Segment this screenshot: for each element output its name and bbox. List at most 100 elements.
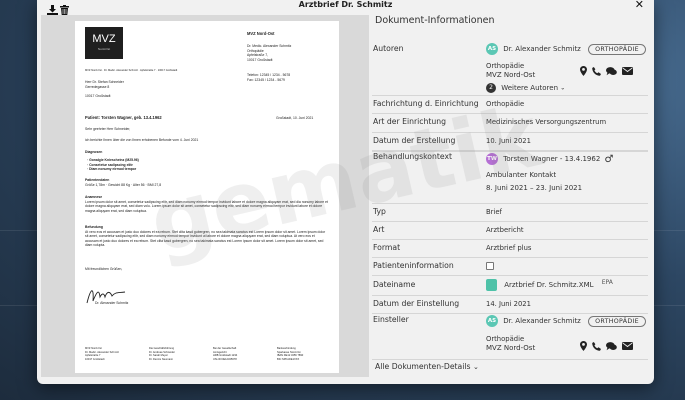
sender-name: MVZ Nord-Ost [247,31,275,36]
art-value: Arztbericht [486,226,524,234]
behandlungskontext-label: Behandlungskontext [373,152,453,161]
letter-subject: Patient: Torsten Wagner, geb. 13.4.1962 [85,115,162,120]
closing: Mit freundlichen Grüßen, [85,267,123,271]
panel-title: Dokument-Informationen [375,15,495,26]
chat-icon[interactable] [606,341,617,351]
phone-icon[interactable] [592,66,601,76]
footer-column: MVZ Nord-Ost Dr. Medic. Alexander Schmitz… [85,347,119,361]
einsteller-contact-icons [580,341,633,351]
fachrichtung-value: Orthopädie [486,100,525,108]
typ-row: Typ Brief [372,204,648,222]
datum-einstellung-row: Datum der Einstellung 14. Juni 2021 [372,296,648,314]
more-authors-label: Weitere Autoren [501,84,559,92]
patdata-text: Größe 1,78m · Gewicht 88 Kg · Alter 56 ·… [85,183,162,187]
patienteninformation-label: Patienteninformation [373,261,454,270]
mvz-logo: MVZ Nord-Ost [85,27,123,59]
patient-name: Torsten Wagner - 13.4.1962 [503,155,601,163]
file-icon [486,279,497,291]
mail-icon[interactable] [622,67,633,75]
author-dept: Orthopädie [486,62,525,70]
close-icon[interactable]: ✕ [635,0,644,10]
intro-text: ich berichte Ihnen über die von Ihnen er… [85,138,199,142]
mail-icon[interactable] [622,342,633,350]
signature-name: Dr. Alexander Schmitz [95,301,129,305]
format-row: Format Arztbrief plus [372,240,648,258]
einsteller-label: Einsteller [373,315,409,324]
more-authors-count: 2 [486,83,496,93]
avatar: AS [486,315,498,327]
file-name: Arztbrief Dr. Schmitz.XML [504,281,594,289]
map-pin-icon[interactable] [580,341,587,351]
anamnese-heading: Anamnese [85,195,103,199]
kontakt-type: Ambulanter Kontakt [486,171,557,179]
einsteller-dept: Orthopädie [486,335,525,343]
datum-erstellung-value: 10. Juni 2021 [486,137,531,145]
document-modal: Arztbrief Dr. Schmitz ✕ MVZ Nord-Ost MVZ … [37,0,654,384]
diagnosis-item: · Diam nonumy eirmod tempor [87,167,137,171]
art-einrichtung-row: Art der Einrichtung Medizinisches Versor… [372,114,648,133]
chevron-down-icon: ⌄ [560,84,566,92]
einsteller-badge: ORTHOPÄDIE [588,315,646,327]
file-link[interactable]: Arztbrief Dr. Schmitz.XML EPA [486,279,613,291]
format-label: Format [373,243,401,252]
dateiname-row: Dateiname Arztbrief Dr. Schmitz.XML EPA [372,276,648,296]
window-title: Arztbrief Dr. Schmitz [298,0,393,9]
art-row: Art Arztbericht [372,222,648,240]
author-org: MVZ Nord-Ost [486,71,536,79]
recipient-line: Gerredegasse 8 [85,84,110,89]
format-value: Arztbrief plus [486,244,532,252]
male-icon: ♂ [604,153,614,165]
footer-column: Die Geschäftsführung Dr. Andreas Schneide… [149,347,175,361]
datum-erstellung-label: Datum der Erstellung [373,136,456,145]
recipient-line: 10017 Großstadt [85,93,111,98]
anamnese-text: Lorem ipsum dolor sit amet, consetetur s… [85,200,328,213]
fachrichtung-label: Fachrichtung d. Einrichtung [373,99,479,108]
place-date: Großstadt, 10. Juni 2021 [276,116,314,120]
behandlungskontext-row: Behandlungskontext TW Torsten Wagner - 1… [372,152,648,204]
art-label: Art [373,225,385,234]
chevron-down-icon: ⌄ [473,363,479,371]
dateiname-label: Dateiname [373,280,416,289]
typ-value: Brief [486,208,502,216]
patient-entry: TW Torsten Wagner - 13.4.1962 ♂ [486,153,613,165]
all-details-link[interactable]: Alle Dokumenten-Details ⌄ [375,362,479,371]
author-name: Dr. Alexander Schmitz [503,45,581,53]
einsteller-org: MVZ Nord-Ost [486,344,536,352]
footer-column: Bankverbindung Sparkasse Nord-Ost IBAN DE1… [277,347,304,361]
avatar: AS [486,43,498,55]
diagnoses-heading: Diagnosen [85,150,103,154]
art-einrichtung-value: Medizinisches Versorgungszentrum [486,118,607,126]
author-badge: ORTHOPÄDIE [588,43,646,55]
more-authors-toggle[interactable]: 2 Weitere Autoren ⌄ [486,83,565,93]
epa-tag: EPA [601,279,613,286]
datum-einstellung-label: Datum der Einstellung [373,299,460,308]
author-entry: AS Dr. Alexander Schmitz ORTHOPÄDIE [486,43,646,55]
einsteller-name: Dr. Alexander Schmitz [503,317,581,325]
return-address: MVZ Nord-Ost · Dr. Medic. Alexander Schm… [85,69,178,72]
art-einrichtung-label: Art der Einrichtung [373,117,446,126]
document-page: MVZ Nord-Ost MVZ Nord-Ost Dr. Medic. Alex… [75,21,339,373]
einsteller-row: Einsteller AS Dr. Alexander Schmitz ORTH… [372,314,648,360]
kontakt-range: 8. Juni 2021 – 23. Juni 2021 [486,184,583,192]
befund-text: At vero eos et accusam et justo duo dolo… [85,230,326,247]
map-pin-icon[interactable] [580,66,587,76]
patdata-heading: Patientendaten [85,178,110,182]
sender-line: 10017 Großstadt [247,57,273,62]
einsteller-entry: AS Dr. Alexander Schmitz ORTHOPÄDIE [486,315,646,327]
authors-label: Autoren [373,44,404,53]
patienteninformation-checkbox[interactable] [486,262,494,272]
chat-icon[interactable] [606,66,617,76]
befund-heading: Befundung [85,225,103,229]
avatar: TW [486,153,498,165]
title-bar: Arztbrief Dr. Schmitz ✕ [37,0,654,15]
salutation: Sehr geehrter Herr Schneider, [85,127,131,131]
typ-label: Typ [373,207,386,216]
sender-contact: Fax: 12345 / 1234 - 5679 [247,77,285,82]
author-contact-icons [580,66,633,76]
phone-icon[interactable] [592,341,601,351]
patienteninformation-row: Patienteninformation [372,258,648,276]
document-preview[interactable]: MVZ Nord-Ost MVZ Nord-Ost Dr. Medic. Alex… [41,15,369,377]
document-info-panel: Dokument-Informationen Autoren AS Dr. Al… [372,15,648,377]
fachrichtung-row: Fachrichtung d. Einrichtung Orthopädie [372,95,648,114]
datum-einstellung-value: 14. Juni 2021 [486,300,531,308]
